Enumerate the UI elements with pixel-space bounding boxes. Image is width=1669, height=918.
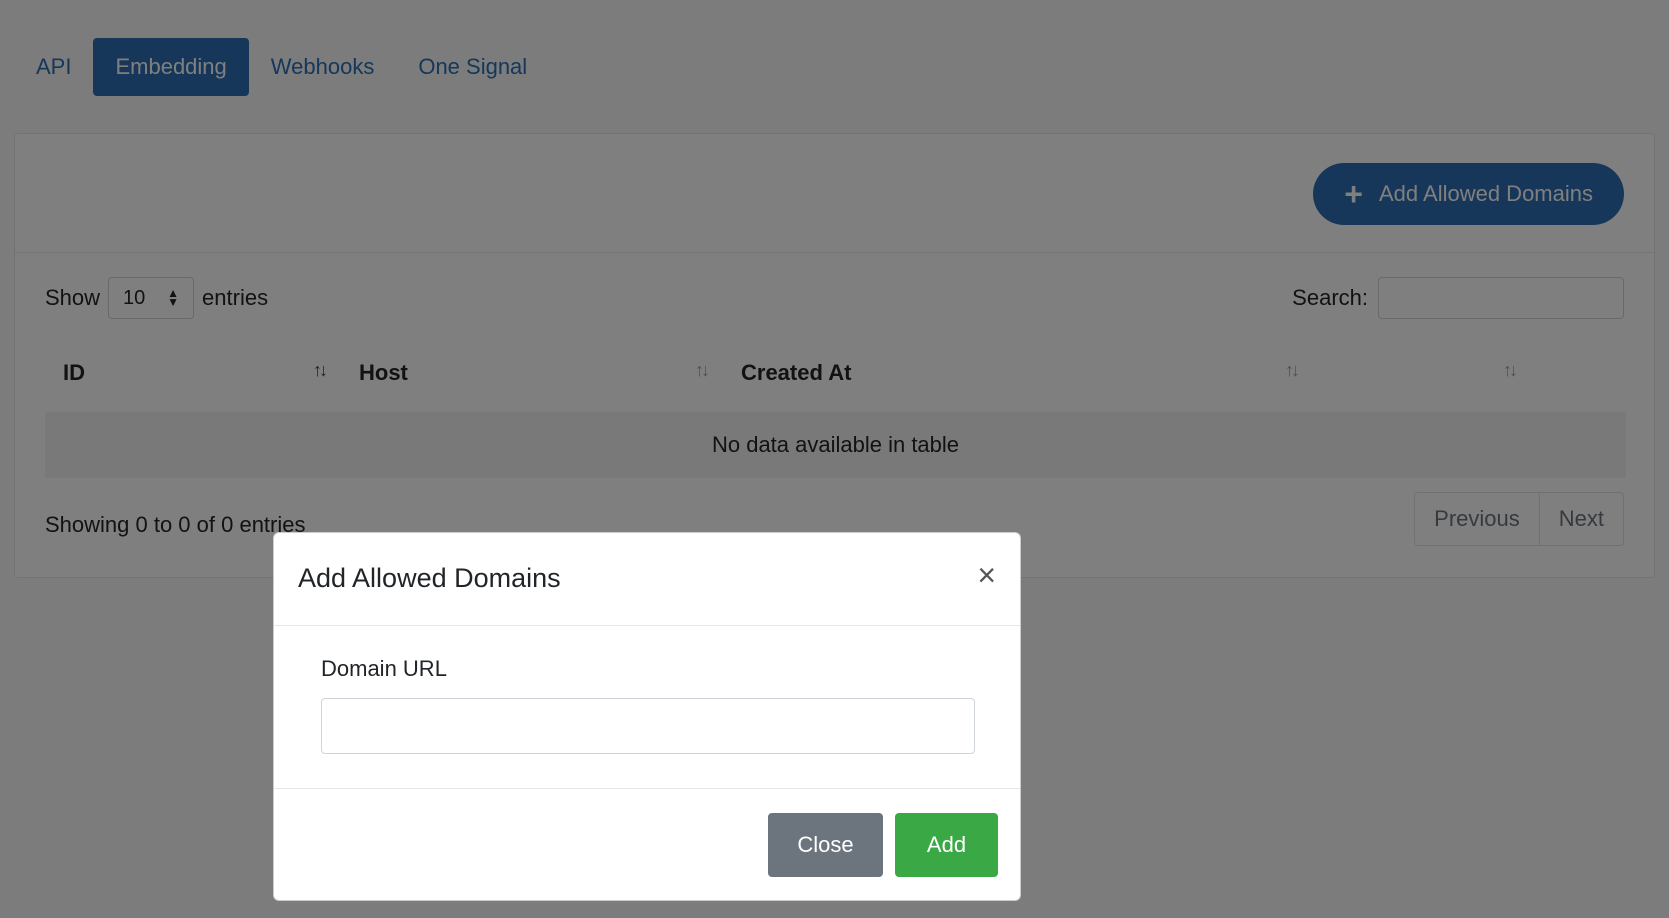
close-button[interactable]: Close bbox=[768, 813, 883, 877]
modal-header: Add Allowed Domains × bbox=[274, 533, 1020, 626]
add-allowed-domains-modal: Add Allowed Domains × Domain URL Close A… bbox=[273, 532, 1021, 901]
add-button[interactable]: Add bbox=[895, 813, 998, 877]
modal-title: Add Allowed Domains bbox=[298, 563, 561, 593]
domain-url-label: Domain URL bbox=[321, 656, 447, 681]
modal-footer: Close Add bbox=[274, 789, 1020, 902]
close-icon[interactable]: × bbox=[977, 559, 996, 591]
domain-url-input[interactable] bbox=[321, 698, 975, 754]
modal-body: Domain URL bbox=[274, 626, 1020, 789]
